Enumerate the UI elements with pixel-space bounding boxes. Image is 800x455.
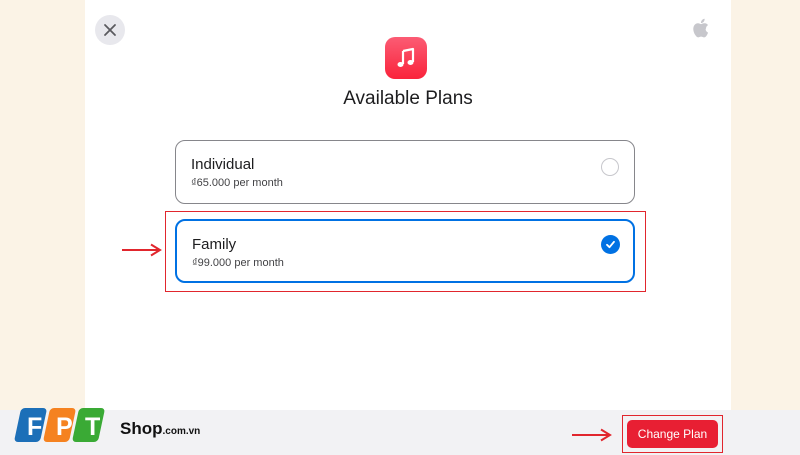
- plan-name: Individual: [191, 156, 255, 173]
- plan-price: ₫65.000 per month: [191, 177, 283, 189]
- close-button[interactable]: [95, 15, 125, 45]
- annotation-highlight-box: [165, 211, 646, 292]
- arrow-right-icon: [572, 428, 612, 442]
- brand-shop-text: Shop.com.vn: [120, 419, 201, 438]
- svg-text:P: P: [56, 413, 73, 441]
- close-icon: [104, 24, 116, 36]
- fpt-shop-logo: F P T: [14, 408, 105, 442]
- svg-text:F: F: [27, 413, 42, 441]
- radio-unselected-icon[interactable]: [601, 158, 619, 176]
- dialog-title: Available Plans: [343, 88, 473, 109]
- music-note-icon: [397, 47, 415, 67]
- svg-text:T: T: [85, 413, 100, 441]
- plan-option-individual[interactable]: Individual ₫65.000 per month: [175, 140, 635, 204]
- arrow-right-icon: [122, 243, 162, 257]
- apple-logo-icon: [693, 18, 709, 38]
- music-app-icon: [385, 37, 427, 79]
- change-plan-button[interactable]: Change Plan: [627, 420, 718, 448]
